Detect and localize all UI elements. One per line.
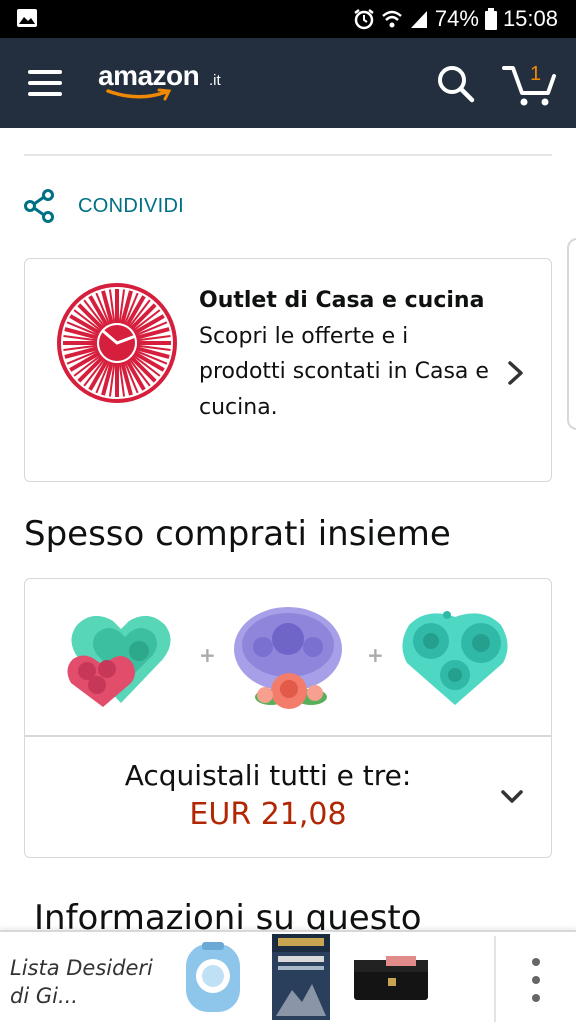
- product-oval-roses-mold-image[interactable]: [231, 603, 345, 713]
- logo-tld: .it: [209, 72, 221, 89]
- battery-percent: 74%: [434, 6, 479, 31]
- wishlist-bar: Lista Desideri di Gi...: [0, 930, 576, 1024]
- signal-icon: [410, 11, 427, 28]
- status-bar: 74% 15:08: [0, 0, 576, 38]
- plus-icon: +: [367, 643, 384, 667]
- wishlist-item-camera-lens-image[interactable]: [180, 940, 246, 1016]
- share-button[interactable]: CONDIVIDI: [24, 186, 184, 226]
- outlet-description: Scopri le offerte e i prodotti scontati …: [199, 323, 489, 420]
- outlet-promo-card[interactable]: Outlet di Casa e cucina Scopri le offert…: [24, 258, 552, 482]
- divider: [494, 936, 496, 1022]
- plus-icon: +: [199, 643, 216, 667]
- wishlist-item-book-image[interactable]: [272, 934, 330, 1020]
- amazon-logo[interactable]: amazon .it: [98, 58, 238, 108]
- fbt-card: + + Acquistali tutti e tre: EUR 21,08: [24, 578, 552, 858]
- product-heart-mold-image[interactable]: [63, 607, 179, 711]
- hamburger-menu-icon[interactable]: [28, 70, 62, 96]
- buy-all-label: Acquistali tutti e tre:: [124, 759, 412, 792]
- clock-time: 15:08: [502, 6, 558, 31]
- wall-clock-image: [57, 283, 177, 403]
- wishlist-item-wallet-image[interactable]: [352, 954, 430, 1004]
- bundle-price: EUR 21,08: [189, 797, 347, 832]
- divider: [24, 154, 552, 156]
- divider: [25, 735, 551, 737]
- fbt-heading: Spesso comprati insieme: [24, 514, 451, 554]
- chevron-down-icon[interactable]: [499, 787, 525, 807]
- cart-button[interactable]: 1: [502, 60, 558, 108]
- chevron-right-icon: [508, 361, 523, 385]
- share-icon: [24, 189, 54, 223]
- share-label: CONDIVIDI: [78, 194, 185, 217]
- side-drawer-handle[interactable]: [567, 238, 576, 430]
- app-header: amazon .it 1: [0, 38, 576, 128]
- wifi-icon: [382, 10, 402, 28]
- image-icon: [17, 9, 37, 27]
- alarm-icon: [354, 9, 374, 30]
- search-icon[interactable]: [436, 64, 476, 104]
- product-three-roses-mold-image[interactable]: [399, 605, 511, 709]
- wishlist-label[interactable]: Lista Desideri di Gi...: [10, 954, 160, 1010]
- battery-icon: [484, 8, 497, 30]
- outlet-title: Outlet di Casa e cucina: [199, 288, 485, 313]
- more-options-icon[interactable]: [528, 958, 544, 1002]
- cart-count-badge: 1: [530, 63, 542, 85]
- smile-arrow-icon: [106, 88, 172, 101]
